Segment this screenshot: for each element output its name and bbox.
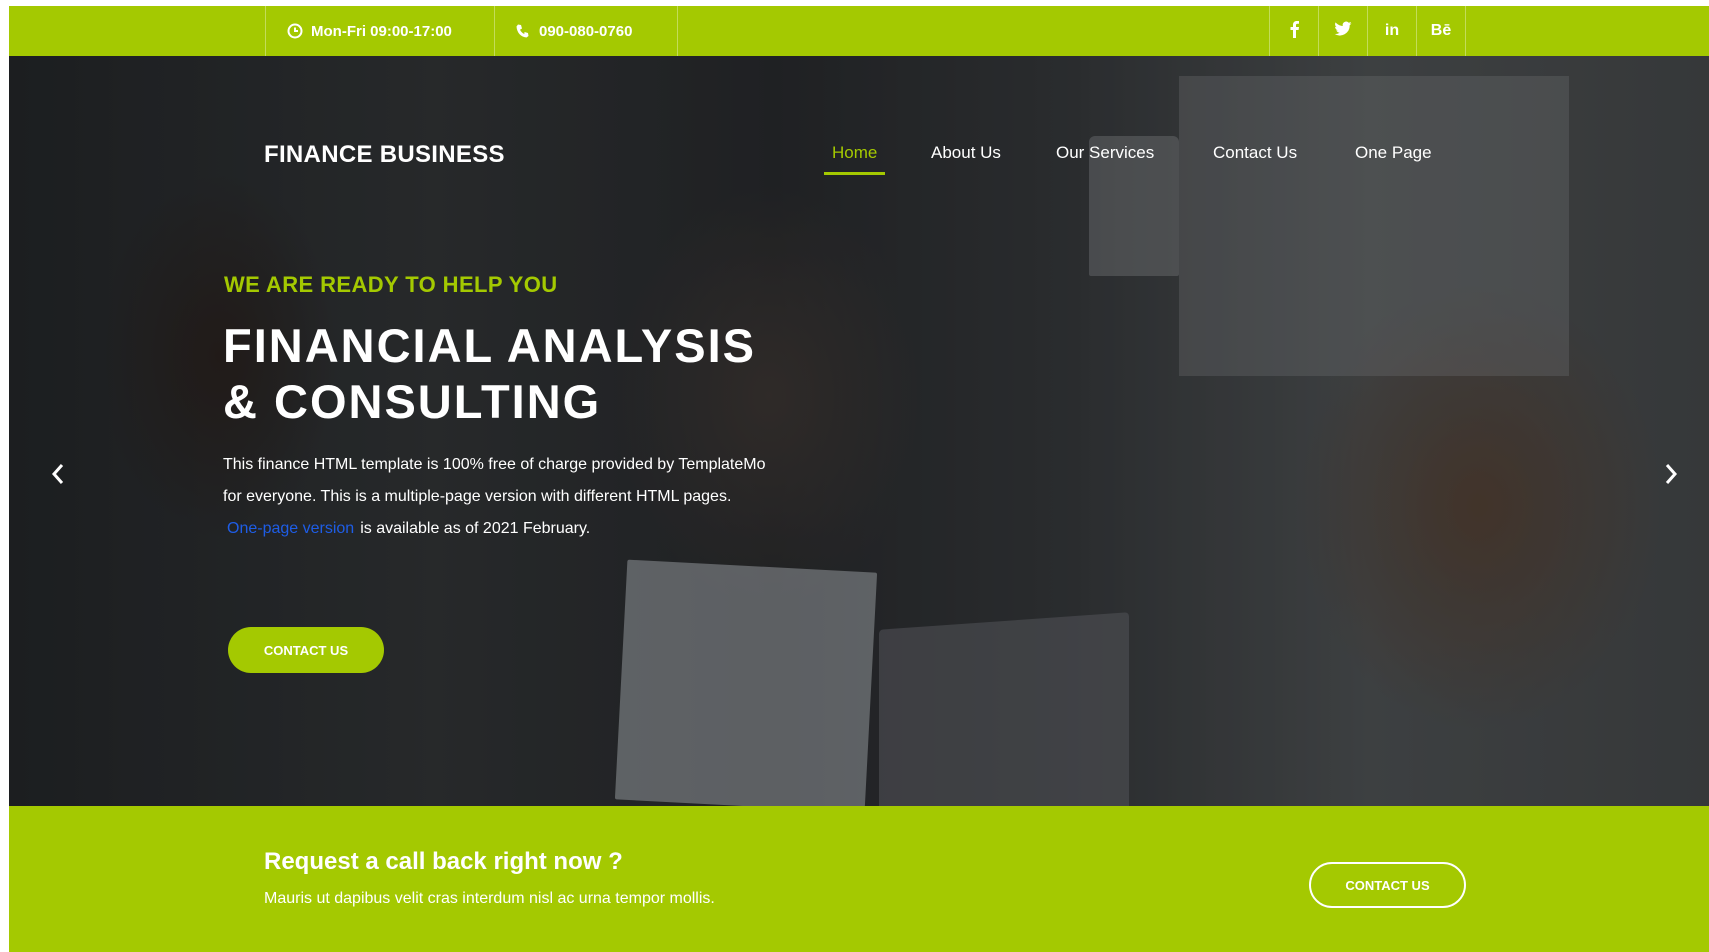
linkedin-icon: in	[1384, 22, 1400, 39]
callback-contact-button[interactable]: CONTACT US	[1309, 862, 1466, 908]
site-logo[interactable]: FINANCE BUSINESS	[264, 141, 505, 169]
behance-link[interactable]: Bē	[1416, 6, 1466, 56]
clock-icon	[287, 23, 303, 39]
hero-desc-line3-wrap: One-page version is available as of 2021 …	[223, 513, 863, 545]
hero-title-line1: FINANCIAL ANALYSIS	[223, 319, 757, 372]
slider-prev-button[interactable]	[43, 456, 73, 496]
one-page-version-link[interactable]: One-page version	[227, 520, 354, 537]
callback-text: Mauris ut dapibus velit cras interdum ni…	[264, 890, 715, 907]
phone-text: 090-080-0760	[539, 22, 633, 40]
linkedin-link[interactable]: in	[1367, 6, 1416, 56]
slider-next-button[interactable]	[1656, 456, 1686, 496]
hero-slider: FINANCE BUSINESS Home About Us Our Servi…	[9, 56, 1709, 806]
hero-desc-line1: This finance HTML template is 100% free …	[223, 456, 766, 473]
nav-home[interactable]: Home	[824, 133, 886, 175]
nav-our-services[interactable]: Our Services	[1056, 136, 1154, 170]
phone-number: 090-080-0760	[494, 6, 678, 56]
phone-icon	[515, 23, 531, 39]
hero-tagline: WE ARE READY TO HELP YOU	[224, 272, 558, 297]
nav-one-page[interactable]: One Page	[1355, 136, 1432, 170]
facebook-link[interactable]	[1269, 6, 1318, 56]
business-hours: Mon-Fri 09:00-17:00	[265, 6, 494, 56]
page: Mon-Fri 09:00-17:00 090-080-0760 in Bē F…	[9, 6, 1709, 952]
twitter-icon	[1334, 21, 1352, 42]
chevron-right-icon	[1664, 463, 1678, 490]
hours-text: Mon-Fri 09:00-17:00	[311, 22, 452, 40]
hero-desc-line3: is available as of 2021 February.	[360, 520, 591, 537]
behance-icon: Bē	[1430, 22, 1452, 39]
nav-about-us[interactable]: About Us	[931, 136, 1001, 170]
nav-contact-us[interactable]: Contact Us	[1213, 136, 1297, 170]
twitter-link[interactable]	[1318, 6, 1367, 56]
hero-title-line2: & CONSULTING	[223, 375, 602, 428]
top-bar: Mon-Fri 09:00-17:00 090-080-0760 in Bē	[9, 6, 1709, 56]
callback-title: Request a call back right now ?	[264, 848, 623, 875]
hero-title: FINANCIAL ANALYSIS & CONSULTING	[223, 318, 756, 430]
hero-contact-button[interactable]: CONTACT US	[228, 627, 384, 673]
callback-section: Request a call back right now ? Mauris u…	[9, 806, 1709, 952]
hero-desc-line2: for everyone. This is a multiple-page ve…	[223, 488, 732, 505]
facebook-icon	[1288, 20, 1300, 43]
hero-description: This finance HTML template is 100% free …	[223, 449, 863, 545]
chevron-left-icon	[51, 463, 65, 490]
